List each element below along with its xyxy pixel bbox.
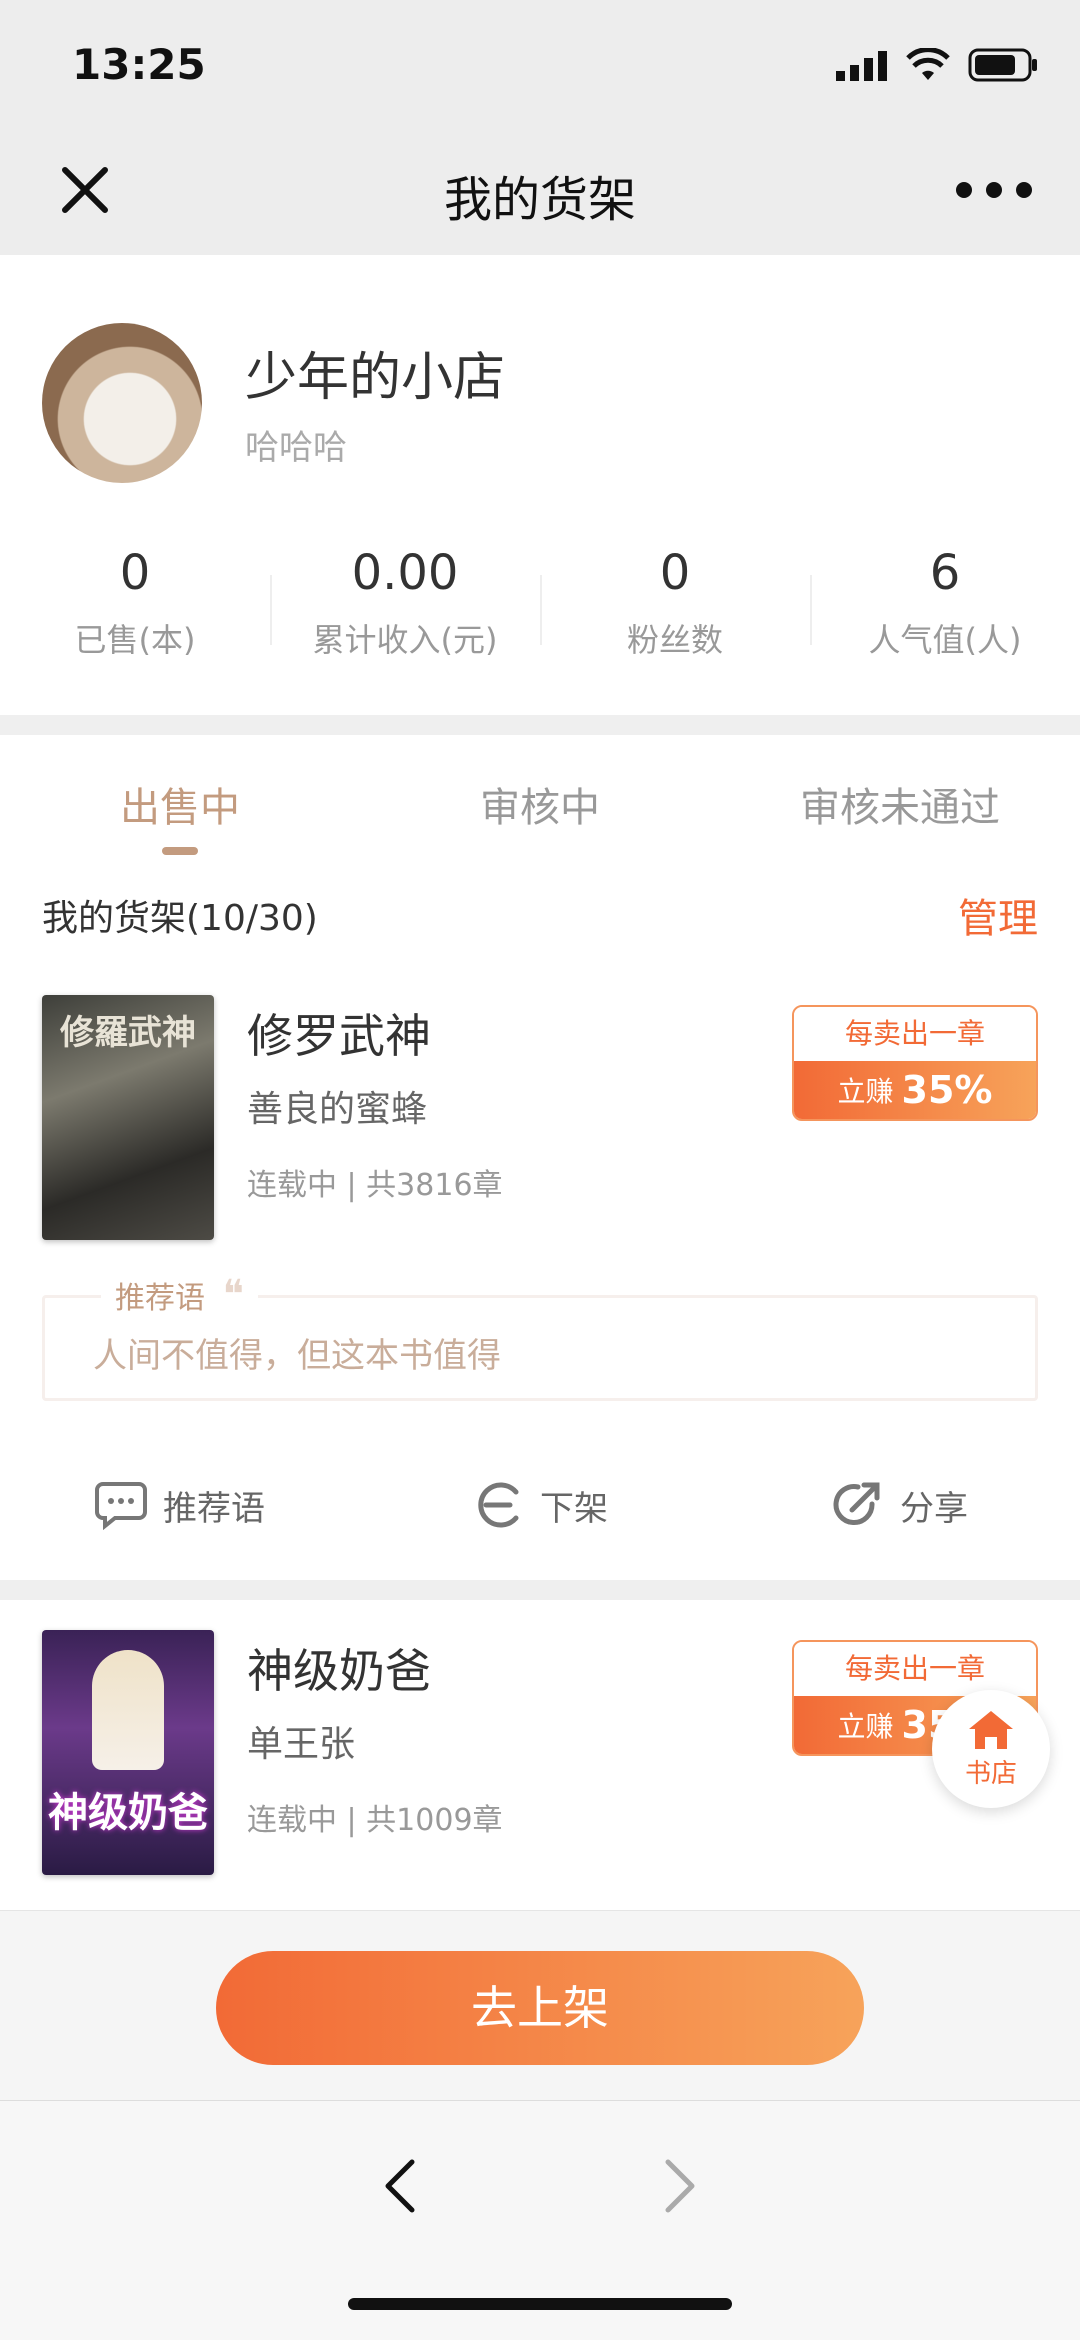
book-item[interactable]: 神级奶爸 神级奶爸 单王张 连载中 | 共1009章 每卖出一章 立赚 35%: [42, 1630, 1038, 1875]
tab-bar: 出售中 审核中 审核未通过: [0, 775, 1080, 865]
status-bar: 13:25: [0, 0, 1080, 130]
recommend-box: 推荐语 ❝ 人间不值得，但这本书值得: [42, 1272, 1038, 1401]
more-dot: [956, 182, 972, 198]
book-meta: 连载中 | 共3816章: [247, 1168, 503, 1203]
unshelve-icon: [478, 1482, 519, 1528]
book-actions: 推荐语 下架 分享: [0, 1465, 1080, 1545]
bookstore-label: 书店: [964, 1758, 1017, 1789]
earn-rate: 立赚 35%: [794, 1061, 1036, 1119]
status-icons: [836, 48, 1038, 82]
avatar[interactable]: [42, 323, 202, 483]
share-button[interactable]: 分享: [720, 1465, 1080, 1545]
unshelve-button-label: 下架: [540, 1488, 608, 1529]
shelf-title: 我的货架(10/30): [42, 898, 318, 939]
status-time: 13:25: [72, 40, 206, 89]
earn-value: 35%: [901, 1068, 993, 1112]
earn-caption: 每卖出一章: [794, 1007, 1036, 1061]
recommend-label: 推荐语 ❝: [101, 1272, 259, 1318]
more-button[interactable]: [956, 160, 1032, 220]
stat-income: 0.00 累计收入(元): [270, 545, 540, 685]
stat-label: 已售(本): [74, 621, 196, 659]
more-dot: [986, 182, 1002, 198]
footer: 去上架: [0, 1910, 1080, 2101]
book-card-2: 神级奶爸 神级奶爸 单王张 连载中 | 共1009章 每卖出一章 立赚 35%: [0, 1600, 1080, 1910]
stat-popularity: 6 人气值(人): [810, 545, 1080, 685]
recommend-label-text: 推荐语: [115, 1281, 205, 1316]
forward-button[interactable]: [640, 2141, 720, 2231]
stat-fans: 0 粉丝数: [540, 545, 810, 685]
stat-label: 累计收入(元): [312, 621, 498, 659]
chat-icon: [95, 1482, 147, 1530]
earn-badge: 每卖出一章 立赚 35%: [792, 1005, 1038, 1121]
stats-row: 0 已售(本) 0.00 累计收入(元) 0 粉丝数 6 人气值(人): [0, 545, 1080, 685]
cover-title: 神级奶爸: [48, 1790, 208, 1836]
tab-rejected[interactable]: 审核未通过: [720, 775, 1080, 865]
page-title: 我的货架: [443, 172, 636, 228]
home-icon: [969, 1710, 1013, 1749]
signal-icon: [836, 51, 887, 81]
stat-value: 0.00: [351, 545, 459, 601]
book-cover[interactable]: 神级奶爸: [42, 1630, 214, 1875]
unshelve-button[interactable]: 下架: [360, 1465, 720, 1545]
book-title: 修罗武神: [247, 1009, 431, 1063]
book-author: 善良的蜜蜂: [247, 1089, 428, 1130]
recommend-button[interactable]: 推荐语: [0, 1465, 360, 1545]
stat-value: 0: [119, 545, 151, 601]
shop-subtitle: 哈哈哈: [245, 428, 347, 468]
stat-sold: 0 已售(本): [0, 545, 270, 685]
shelf-header: 我的货架(10/30) 管理: [42, 885, 1038, 945]
book-title: 神级奶爸: [247, 1644, 431, 1698]
more-dot: [1016, 182, 1032, 198]
stat-value: 6: [929, 545, 961, 601]
go-shelve-button[interactable]: 去上架: [216, 1951, 864, 2065]
tab-reviewing[interactable]: 审核中: [360, 775, 720, 865]
stat-label: 粉丝数: [626, 621, 723, 659]
share-button-label: 分享: [900, 1488, 968, 1529]
bookstore-button[interactable]: 书店: [932, 1690, 1050, 1808]
book-item[interactable]: 修羅武神 修罗武神 善良的蜜蜂 连载中 | 共3816章 每卖出一章 立赚 35…: [42, 995, 1038, 1240]
recommend-text: 人间不值得，但这本书值得: [93, 1336, 501, 1376]
earn-caption: 每卖出一章: [794, 1642, 1036, 1696]
cover-figure: [92, 1650, 164, 1770]
cover-title: 修羅武神: [60, 1013, 196, 1053]
home-indicator: [348, 2298, 732, 2310]
shop-name: 少年的小店: [245, 348, 506, 408]
nav-bar: 我的货架: [0, 130, 1080, 255]
book-author: 单王张: [247, 1724, 356, 1765]
back-button[interactable]: [360, 2141, 440, 2231]
stat-value: 0: [659, 545, 691, 601]
chevron-right-icon: [665, 2159, 695, 2213]
manage-button[interactable]: 管理: [958, 886, 1038, 944]
share-icon: [833, 1482, 880, 1526]
profile-card: 少年的小店 哈哈哈 0 已售(本) 0.00 累计收入(元) 0 粉丝数 6 人…: [0, 255, 1080, 715]
recommend-button-label: 推荐语: [163, 1488, 265, 1529]
browser-bar: [0, 2100, 1080, 2340]
stat-label: 人气值(人): [868, 621, 1022, 659]
quote-icon: ❝: [222, 1272, 245, 1318]
book-meta: 连载中 | 共1009章: [247, 1803, 503, 1838]
shelf-card: 出售中 审核中 审核未通过 我的货架(10/30) 管理 修羅武神 修罗武神 善…: [0, 735, 1080, 1580]
battery-icon: [968, 48, 1037, 82]
chevron-left-icon: [385, 2159, 415, 2213]
tab-on-sale[interactable]: 出售中: [0, 775, 360, 865]
earn-prefix: 立赚: [837, 1710, 894, 1743]
book-cover[interactable]: 修羅武神: [42, 995, 214, 1240]
earn-prefix: 立赚: [837, 1075, 894, 1108]
wifi-icon: [906, 48, 950, 80]
